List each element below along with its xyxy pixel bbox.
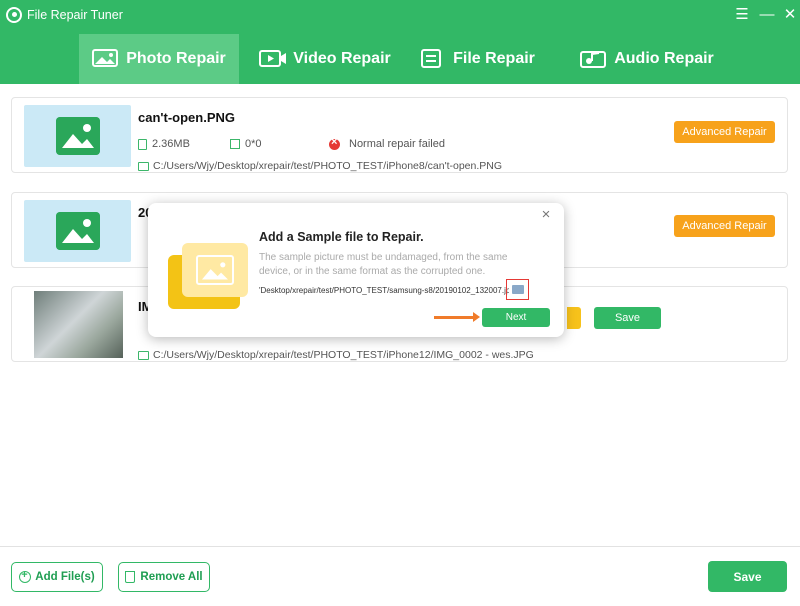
file-meta: 2.36MB 0*0 Normal repair failed bbox=[138, 136, 445, 150]
dialog-title: Add a Sample file to Repair. bbox=[259, 230, 424, 244]
file-thumbnail bbox=[24, 105, 131, 167]
title-bar: File Repair Tuner ☰ — ✕ bbox=[0, 0, 800, 30]
bottom-bar: Add File(s) Remove All Save bbox=[0, 546, 800, 606]
remove-all-button[interactable]: Remove All bbox=[118, 562, 210, 592]
sample-path-field[interactable]: 'Desktop/xrepair/test/PHOTO_TEST/samsung… bbox=[259, 284, 509, 298]
file-path-row: C:/Users/Wjy/Desktop/xrepair/test/PHOTO_… bbox=[138, 349, 534, 361]
partial-orange-button[interactable] bbox=[567, 307, 581, 329]
image-placeholder-icon bbox=[56, 117, 100, 155]
file-size-icon bbox=[138, 138, 147, 150]
close-icon[interactable]: ✕ bbox=[780, 5, 800, 25]
minimize-icon[interactable]: — bbox=[757, 5, 777, 25]
tab-bar: Photo Repair Video Repair File Repair Au… bbox=[0, 34, 800, 84]
file-thumbnail bbox=[24, 200, 131, 262]
error-icon bbox=[329, 136, 340, 150]
audio-icon bbox=[580, 51, 607, 68]
app-title: File Repair Tuner bbox=[27, 8, 123, 22]
file-path-row: C:/Users/Wjy/Desktop/xrepair/test/PHOTO_… bbox=[138, 160, 502, 172]
sample-file-dialog: × Add a Sample file to Repair. The sampl… bbox=[148, 203, 564, 337]
add-files-label: Add File(s) bbox=[35, 571, 95, 583]
app-logo-icon bbox=[6, 7, 22, 23]
tab-label: Audio Repair bbox=[614, 50, 714, 67]
tab-audio-repair[interactable]: Audio Repair bbox=[572, 34, 722, 84]
file-size: 2.36MB bbox=[152, 138, 190, 150]
file-path: C:/Users/Wjy/Desktop/xrepair/test/PHOTO_… bbox=[153, 160, 503, 172]
tab-label: Photo Repair bbox=[126, 50, 226, 67]
photo-thumbnail bbox=[34, 291, 123, 358]
tab-label: File Repair bbox=[453, 50, 535, 67]
file-name: can't-open.PNG bbox=[138, 110, 235, 125]
dialog-description: The sample picture must be undamaged, fr… bbox=[259, 252, 508, 277]
remove-all-label: Remove All bbox=[140, 571, 203, 583]
save-button[interactable]: Save bbox=[594, 307, 661, 329]
image-placeholder-icon bbox=[56, 212, 100, 250]
browse-button[interactable] bbox=[506, 279, 529, 300]
repair-status: Normal repair failed bbox=[349, 138, 445, 150]
video-icon bbox=[259, 50, 287, 67]
file-icon bbox=[421, 49, 442, 68]
menu-icon[interactable]: ☰ bbox=[732, 5, 752, 25]
pointer-arrow-icon bbox=[434, 312, 480, 322]
next-button[interactable]: Next bbox=[482, 308, 550, 327]
tab-file-repair[interactable]: File Repair bbox=[412, 34, 542, 84]
app-header: File Repair Tuner ☰ — ✕ Photo Repair Vid… bbox=[0, 0, 800, 84]
close-icon[interactable]: × bbox=[538, 207, 554, 223]
trash-icon bbox=[125, 571, 136, 583]
dimensions-icon bbox=[230, 139, 240, 149]
folder-icon bbox=[138, 350, 149, 360]
add-files-button[interactable]: Add File(s) bbox=[11, 562, 103, 592]
folder-icon bbox=[138, 161, 149, 171]
tab-photo-repair[interactable]: Photo Repair bbox=[79, 34, 239, 84]
add-icon bbox=[19, 569, 32, 583]
folder-icon bbox=[511, 285, 524, 294]
advanced-repair-button[interactable]: Advanced Repair bbox=[674, 121, 775, 143]
image-icon bbox=[196, 255, 234, 285]
save-all-button[interactable]: Save bbox=[708, 561, 787, 592]
file-card: can't-open.PNG 2.36MB 0*0 Normal repair … bbox=[11, 97, 788, 173]
file-dimensions: 0*0 bbox=[245, 138, 262, 150]
file-path: C:/Users/Wjy/Desktop/xrepair/test/PHOTO_… bbox=[153, 349, 534, 361]
tab-video-repair[interactable]: Video Repair bbox=[250, 34, 400, 84]
tab-label: Video Repair bbox=[293, 50, 391, 67]
photo-icon bbox=[92, 49, 119, 67]
advanced-repair-button[interactable]: Advanced Repair bbox=[674, 215, 775, 237]
